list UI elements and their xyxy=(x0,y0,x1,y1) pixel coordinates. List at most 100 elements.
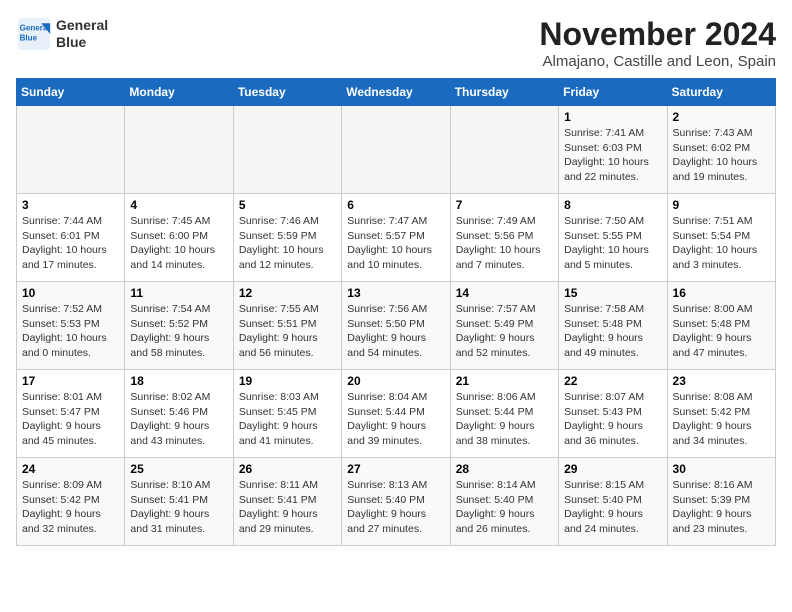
day-info: Sunrise: 7:56 AM Sunset: 5:50 PM Dayligh… xyxy=(347,302,444,361)
calendar-cell: 15 Sunrise: 7:58 AM Sunset: 5:48 PM Dayli… xyxy=(559,282,667,370)
day-info: Sunrise: 7:41 AM Sunset: 6:03 PM Dayligh… xyxy=(564,126,661,185)
calendar-week-row: 17 Sunrise: 8:01 AM Sunset: 5:47 PM Dayli… xyxy=(17,370,776,458)
calendar-cell: 14 Sunrise: 7:57 AM Sunset: 5:49 PM Dayli… xyxy=(450,282,558,370)
day-number: 7 xyxy=(456,198,553,212)
calendar-cell: 8Sunrise: 7:50 AM Sunset: 5:55 PM Daylig… xyxy=(559,194,667,282)
day-number: 17 xyxy=(22,374,119,388)
weekday-header: Tuesday xyxy=(233,79,341,106)
calendar-cell: 12 Sunrise: 7:55 AM Sunset: 5:51 PM Dayli… xyxy=(233,282,341,370)
day-info: Sunrise: 8:03 AM Sunset: 5:45 PM Dayligh… xyxy=(239,390,336,449)
calendar-cell: 11 Sunrise: 7:54 AM Sunset: 5:52 PM Dayli… xyxy=(125,282,233,370)
day-info: Sunrise: 8:07 AM Sunset: 5:43 PM Dayligh… xyxy=(564,390,661,449)
calendar-cell xyxy=(233,106,341,194)
day-number: 23 xyxy=(673,374,770,388)
day-info: Sunrise: 8:15 AM Sunset: 5:40 PM Dayligh… xyxy=(564,478,661,537)
calendar-cell: 13 Sunrise: 7:56 AM Sunset: 5:50 PM Dayli… xyxy=(342,282,450,370)
calendar-cell: 3 Sunrise: 7:44 AM Sunset: 6:01 PM Daylig… xyxy=(17,194,125,282)
calendar-cell: 29 Sunrise: 8:15 AM Sunset: 5:40 PM Dayli… xyxy=(559,458,667,546)
day-info: Sunrise: 7:55 AM Sunset: 5:51 PM Dayligh… xyxy=(239,302,336,361)
day-info: Sunrise: 8:09 AM Sunset: 5:42 PM Dayligh… xyxy=(22,478,119,537)
day-info: Sunrise: 7:57 AM Sunset: 5:49 PM Dayligh… xyxy=(456,302,553,361)
calendar-cell: 18Sunrise: 8:02 AM Sunset: 5:46 PM Dayli… xyxy=(125,370,233,458)
day-info: Sunrise: 8:01 AM Sunset: 5:47 PM Dayligh… xyxy=(22,390,119,449)
header: General Blue General Blue November 2024 … xyxy=(16,16,776,70)
day-number: 22 xyxy=(564,374,661,388)
day-info: Sunrise: 8:10 AM Sunset: 5:41 PM Dayligh… xyxy=(130,478,227,537)
day-number: 15 xyxy=(564,286,661,300)
calendar-cell: 5 Sunrise: 7:46 AM Sunset: 5:59 PM Daylig… xyxy=(233,194,341,282)
day-number: 9 xyxy=(673,198,770,212)
calendar-cell: 28 Sunrise: 8:14 AM Sunset: 5:40 PM Dayli… xyxy=(450,458,558,546)
calendar-cell: 6Sunrise: 7:47 AM Sunset: 5:57 PM Daylig… xyxy=(342,194,450,282)
title-area: November 2024 Almajano, Castille and Leo… xyxy=(539,16,776,70)
day-info: Sunrise: 7:45 AM Sunset: 6:00 PM Dayligh… xyxy=(130,214,227,273)
day-number: 11 xyxy=(130,286,227,300)
day-info: Sunrise: 7:52 AM Sunset: 5:53 PM Dayligh… xyxy=(22,302,119,361)
day-info: Sunrise: 7:44 AM Sunset: 6:01 PM Dayligh… xyxy=(22,214,119,273)
day-number: 2 xyxy=(673,110,770,124)
day-number: 29 xyxy=(564,462,661,476)
day-info: Sunrise: 8:04 AM Sunset: 5:44 PM Dayligh… xyxy=(347,390,444,449)
day-number: 27 xyxy=(347,462,444,476)
calendar-cell: 7Sunrise: 7:49 AM Sunset: 5:56 PM Daylig… xyxy=(450,194,558,282)
day-info: Sunrise: 8:13 AM Sunset: 5:40 PM Dayligh… xyxy=(347,478,444,537)
calendar-cell: 23 Sunrise: 8:08 AM Sunset: 5:42 PM Dayli… xyxy=(667,370,775,458)
calendar-cell xyxy=(450,106,558,194)
logo-text2: Blue xyxy=(56,34,108,51)
day-number: 6 xyxy=(347,198,444,212)
calendar-cell: 27 Sunrise: 8:13 AM Sunset: 5:40 PM Dayli… xyxy=(342,458,450,546)
calendar-cell: 2 Sunrise: 7:43 AM Sunset: 6:02 PM Daylig… xyxy=(667,106,775,194)
day-info: Sunrise: 8:08 AM Sunset: 5:42 PM Dayligh… xyxy=(673,390,770,449)
day-number: 14 xyxy=(456,286,553,300)
day-info: Sunrise: 7:51 AM Sunset: 5:54 PM Dayligh… xyxy=(673,214,770,273)
weekday-header: Wednesday xyxy=(342,79,450,106)
calendar-cell xyxy=(17,106,125,194)
calendar-cell: 1Sunrise: 7:41 AM Sunset: 6:03 PM Daylig… xyxy=(559,106,667,194)
day-info: Sunrise: 8:02 AM Sunset: 5:46 PM Dayligh… xyxy=(130,390,227,449)
calendar-cell: 16Sunrise: 8:00 AM Sunset: 5:48 PM Dayli… xyxy=(667,282,775,370)
location-title: Almajano, Castille and Leon, Spain xyxy=(539,53,776,70)
calendar-cell xyxy=(342,106,450,194)
day-number: 13 xyxy=(347,286,444,300)
day-info: Sunrise: 7:43 AM Sunset: 6:02 PM Dayligh… xyxy=(673,126,770,185)
day-number: 10 xyxy=(22,286,119,300)
day-number: 21 xyxy=(456,374,553,388)
day-info: Sunrise: 7:46 AM Sunset: 5:59 PM Dayligh… xyxy=(239,214,336,273)
calendar-cell: 30Sunrise: 8:16 AM Sunset: 5:39 PM Dayli… xyxy=(667,458,775,546)
calendar-cell: 20Sunrise: 8:04 AM Sunset: 5:44 PM Dayli… xyxy=(342,370,450,458)
calendar-week-row: 1Sunrise: 7:41 AM Sunset: 6:03 PM Daylig… xyxy=(17,106,776,194)
calendar-cell: 19Sunrise: 8:03 AM Sunset: 5:45 PM Dayli… xyxy=(233,370,341,458)
calendar-week-row: 10 Sunrise: 7:52 AM Sunset: 5:53 PM Dayli… xyxy=(17,282,776,370)
day-number: 3 xyxy=(22,198,119,212)
day-info: Sunrise: 8:14 AM Sunset: 5:40 PM Dayligh… xyxy=(456,478,553,537)
calendar-week-row: 24 Sunrise: 8:09 AM Sunset: 5:42 PM Dayli… xyxy=(17,458,776,546)
weekday-header: Thursday xyxy=(450,79,558,106)
header-row: SundayMondayTuesdayWednesdayThursdayFrid… xyxy=(17,79,776,106)
day-number: 12 xyxy=(239,286,336,300)
calendar-cell: 4 Sunrise: 7:45 AM Sunset: 6:00 PM Daylig… xyxy=(125,194,233,282)
day-number: 24 xyxy=(22,462,119,476)
day-info: Sunrise: 7:50 AM Sunset: 5:55 PM Dayligh… xyxy=(564,214,661,273)
logo-icon: General Blue xyxy=(16,16,52,52)
calendar-week-row: 3 Sunrise: 7:44 AM Sunset: 6:01 PM Daylig… xyxy=(17,194,776,282)
day-number: 28 xyxy=(456,462,553,476)
calendar-cell: 21 Sunrise: 8:06 AM Sunset: 5:44 PM Dayli… xyxy=(450,370,558,458)
weekday-header: Monday xyxy=(125,79,233,106)
day-info: Sunrise: 8:06 AM Sunset: 5:44 PM Dayligh… xyxy=(456,390,553,449)
calendar-cell: 22 Sunrise: 8:07 AM Sunset: 5:43 PM Dayli… xyxy=(559,370,667,458)
calendar-table: SundayMondayTuesdayWednesdayThursdayFrid… xyxy=(16,78,776,546)
day-number: 26 xyxy=(239,462,336,476)
weekday-header: Saturday xyxy=(667,79,775,106)
weekday-header: Friday xyxy=(559,79,667,106)
logo: General Blue General Blue xyxy=(16,16,108,52)
day-info: Sunrise: 7:54 AM Sunset: 5:52 PM Dayligh… xyxy=(130,302,227,361)
logo-text: General xyxy=(56,17,108,34)
calendar-cell: 10 Sunrise: 7:52 AM Sunset: 5:53 PM Dayli… xyxy=(17,282,125,370)
day-info: Sunrise: 8:16 AM Sunset: 5:39 PM Dayligh… xyxy=(673,478,770,537)
day-number: 4 xyxy=(130,198,227,212)
month-title: November 2024 xyxy=(539,16,776,53)
day-info: Sunrise: 7:58 AM Sunset: 5:48 PM Dayligh… xyxy=(564,302,661,361)
calendar-cell: 17 Sunrise: 8:01 AM Sunset: 5:47 PM Dayli… xyxy=(17,370,125,458)
day-number: 5 xyxy=(239,198,336,212)
calendar-cell xyxy=(125,106,233,194)
